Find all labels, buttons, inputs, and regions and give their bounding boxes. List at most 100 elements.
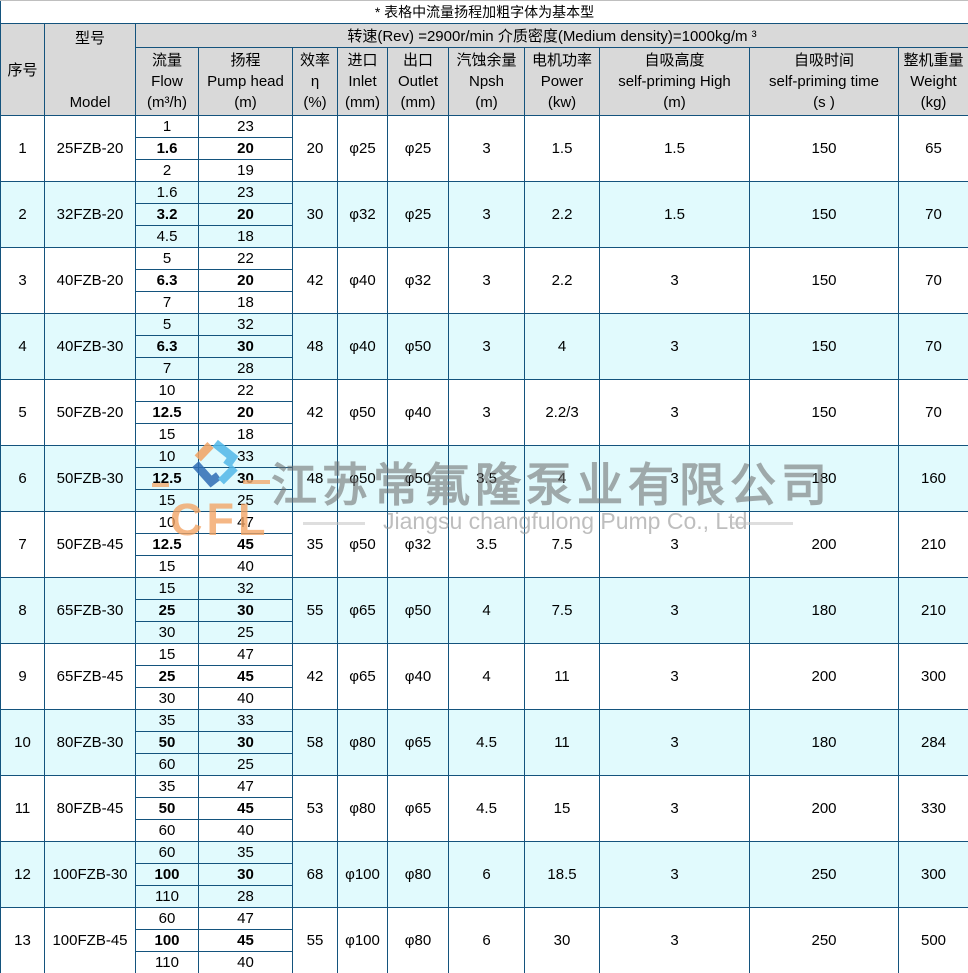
- cell-time: 150: [750, 116, 899, 182]
- cell-row-number: 3: [1, 248, 45, 314]
- cell-flow-min: 15: [136, 644, 199, 666]
- cell-high: 3: [600, 908, 750, 973]
- cell-npsh: 4: [449, 578, 525, 644]
- cell-flow-min: 10: [136, 446, 199, 468]
- col-header-power: 电机功率Power(kw): [525, 47, 600, 116]
- cell-time: 150: [750, 248, 899, 314]
- cell-high: 3: [600, 248, 750, 314]
- cell-time: 250: [750, 908, 899, 973]
- cell-npsh: 3: [449, 314, 525, 380]
- cell-weight: 284: [899, 710, 968, 776]
- cell-flow-max: 2: [136, 160, 199, 182]
- cell-inlet: φ40: [338, 314, 388, 380]
- cell-eff: 55: [293, 578, 338, 644]
- cell-inlet: φ25: [338, 116, 388, 182]
- col-header-npsh: 汽蚀余量Npsh(m): [449, 47, 525, 116]
- cell-flow-max: 30: [136, 688, 199, 710]
- cell-flow-min: 10: [136, 512, 199, 534]
- cell-model: 25FZB-20: [45, 116, 136, 182]
- cell-inlet: φ65: [338, 578, 388, 644]
- cell-eff: 53: [293, 776, 338, 842]
- cell-flow-max: 30: [136, 622, 199, 644]
- cell-model: 65FZB-45: [45, 644, 136, 710]
- cell-flow-min: 60: [136, 842, 199, 864]
- cell-high: 3: [600, 380, 750, 446]
- cell-high: 3: [600, 314, 750, 380]
- cell-model: 80FZB-45: [45, 776, 136, 842]
- cell-row-number: 8: [1, 578, 45, 644]
- cell-time: 150: [750, 380, 899, 446]
- cell-power: 2.2/3: [525, 380, 600, 446]
- cell-outlet: φ32: [388, 512, 449, 578]
- cell-npsh: 3: [449, 116, 525, 182]
- cell-npsh: 3.5: [449, 446, 525, 512]
- cell-time: 180: [750, 446, 899, 512]
- col-header-time: 自吸时间self-priming time(s ): [750, 47, 899, 116]
- header-model-en: Model: [45, 94, 135, 111]
- col-header-high: 自吸高度self-priming High(m): [600, 47, 750, 116]
- cell-head-rated: 45: [199, 930, 293, 952]
- cell-flow-max: 15: [136, 556, 199, 578]
- cell-head-max: 47: [199, 776, 293, 798]
- cell-model: 100FZB-30: [45, 842, 136, 908]
- cell-head-min: 25: [199, 490, 293, 512]
- cell-flow-rated: 6.3: [136, 270, 199, 292]
- cell-inlet: φ50: [338, 380, 388, 446]
- cell-head-rated: 45: [199, 798, 293, 820]
- table-row: 12100FZB-30603568φ100φ80618.53250300: [1, 842, 968, 864]
- table-row: 965FZB-45154742φ65φ404113200300: [1, 644, 968, 666]
- cell-inlet: φ100: [338, 842, 388, 908]
- cell-npsh: 3: [449, 380, 525, 446]
- cell-outlet: φ32: [388, 248, 449, 314]
- cell-head-min: 18: [199, 226, 293, 248]
- cell-row-number: 13: [1, 908, 45, 973]
- cell-npsh: 6: [449, 842, 525, 908]
- cell-power: 18.5: [525, 842, 600, 908]
- cell-power: 4: [525, 446, 600, 512]
- cell-power: 11: [525, 710, 600, 776]
- table-row: 125FZB-2012320φ25φ2531.51.515065: [1, 116, 968, 138]
- cell-row-number: 7: [1, 512, 45, 578]
- cell-inlet: φ40: [338, 248, 388, 314]
- cell-head-rated: 30: [199, 468, 293, 490]
- cell-head-max: 32: [199, 314, 293, 336]
- table-title-row: * 表格中流量扬程加粗字体为基本型: [1, 1, 968, 24]
- col-header-head: 扬程Pump head(m): [199, 47, 293, 116]
- cell-model: 65FZB-30: [45, 578, 136, 644]
- cell-head-max: 35: [199, 842, 293, 864]
- cell-outlet: φ40: [388, 380, 449, 446]
- header-model-zh: 型号: [45, 27, 135, 48]
- cell-eff: 20: [293, 116, 338, 182]
- cell-head-max: 32: [199, 578, 293, 600]
- cell-high: 3: [600, 842, 750, 908]
- col-header-weight: 整机重量Weight(kg): [899, 47, 968, 116]
- cell-power: 2.2: [525, 182, 600, 248]
- cell-npsh: 6: [449, 908, 525, 973]
- cell-power: 2.2: [525, 248, 600, 314]
- cell-flow-min: 60: [136, 908, 199, 930]
- cell-eff: 48: [293, 314, 338, 380]
- cell-outlet: φ50: [388, 446, 449, 512]
- table-row: 440FZB-3053248φ40φ5034315070: [1, 314, 968, 336]
- table-row: 550FZB-20102242φ50φ4032.2/3315070: [1, 380, 968, 402]
- cell-npsh: 3: [449, 248, 525, 314]
- cell-head-min: 25: [199, 754, 293, 776]
- cell-inlet: φ100: [338, 908, 388, 973]
- cell-high: 3: [600, 512, 750, 578]
- cell-model: 50FZB-30: [45, 446, 136, 512]
- cell-flow-rated: 50: [136, 732, 199, 754]
- table-row: 865FZB-30153255φ65φ5047.53180210: [1, 578, 968, 600]
- cell-weight: 70: [899, 182, 968, 248]
- cell-row-number: 4: [1, 314, 45, 380]
- cell-model: 40FZB-20: [45, 248, 136, 314]
- table-row: 340FZB-2052242φ40φ3232.2315070: [1, 248, 968, 270]
- header-row-number: 序号: [1, 24, 45, 116]
- cell-weight: 300: [899, 842, 968, 908]
- cell-flow-rated: 100: [136, 930, 199, 952]
- cell-head-rated: 30: [199, 600, 293, 622]
- cell-power: 1.5: [525, 116, 600, 182]
- pump-spec-page: * 表格中流量扬程加粗字体为基本型 序号 型号 Model 转速(Rev) =2…: [0, 0, 968, 973]
- pump-spec-table: * 表格中流量扬程加粗字体为基本型 序号 型号 Model 转速(Rev) =2…: [0, 0, 968, 973]
- cell-weight: 70: [899, 380, 968, 446]
- cell-head-min: 40: [199, 952, 293, 973]
